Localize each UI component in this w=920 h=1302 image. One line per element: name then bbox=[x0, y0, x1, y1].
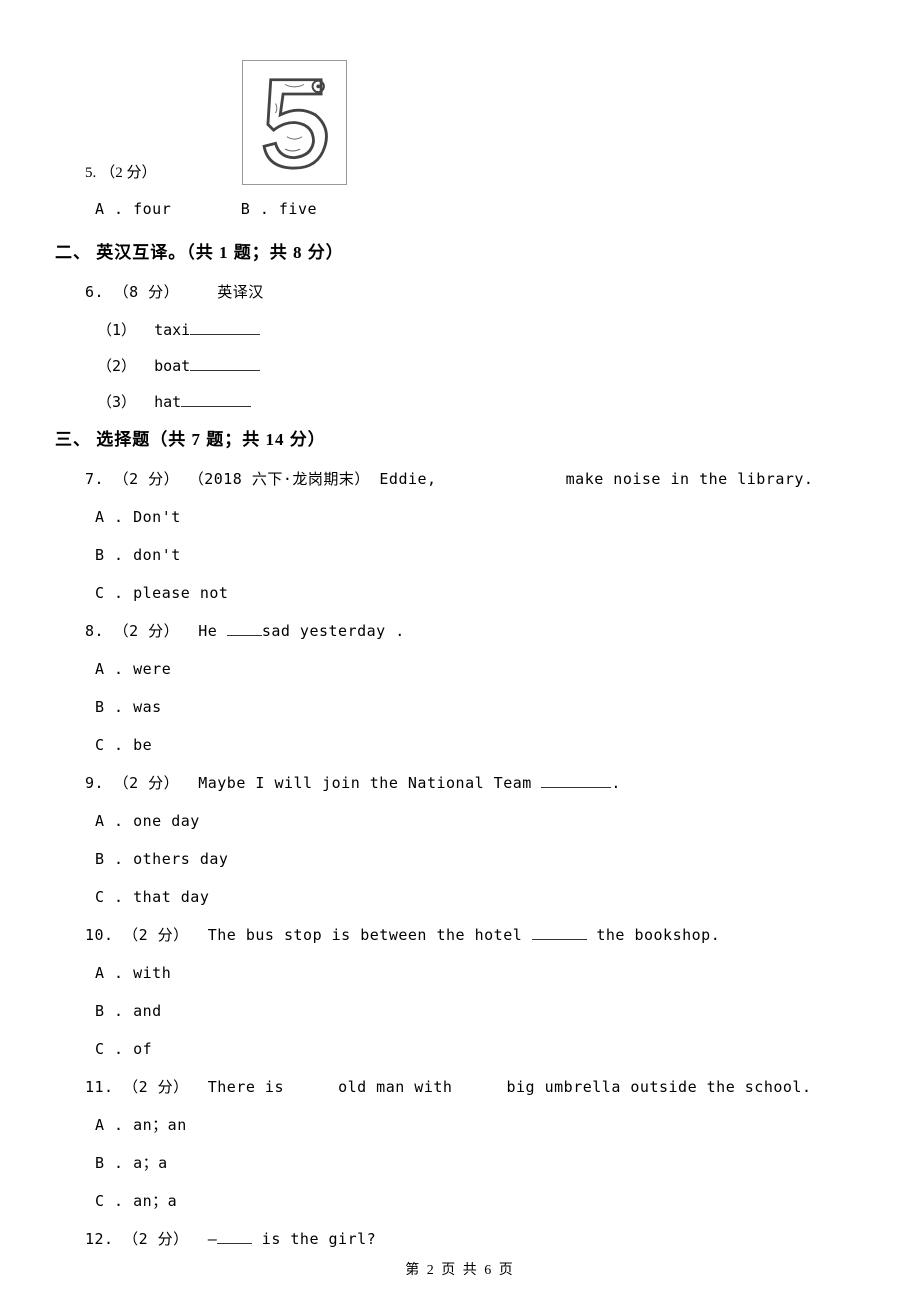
question-12-after: is the girl? bbox=[252, 1230, 376, 1248]
question-7-line: 7. （2 分） （2018 六下·龙岗期末） Eddie, make nois… bbox=[85, 467, 865, 491]
blank-input[interactable] bbox=[190, 322, 260, 336]
question-12-points: （2 分） bbox=[123, 1230, 189, 1248]
question-7-points: （2 分） bbox=[114, 470, 180, 488]
question-12-number: 12. bbox=[85, 1230, 114, 1248]
blank-input[interactable] bbox=[532, 927, 587, 941]
question-6-number: 6. bbox=[85, 283, 104, 301]
blank-input[interactable] bbox=[181, 394, 251, 408]
option-8a: A . were bbox=[95, 657, 865, 681]
q6-item-1: （1） taxi bbox=[97, 318, 865, 342]
option-7c: C . please not bbox=[95, 581, 865, 605]
question-9-after: . bbox=[611, 774, 621, 792]
question-10-points: （2 分） bbox=[123, 926, 189, 944]
q6-item-3-word: hat bbox=[154, 393, 181, 411]
question-9-points: （2 分） bbox=[114, 774, 180, 792]
section-3-heading: 三、 选择题（共 7 题；共 14 分） bbox=[55, 426, 865, 453]
q6-item-3-label: （3） bbox=[97, 393, 136, 411]
question-12-line: 12. （2 分） — is the girl? bbox=[85, 1227, 865, 1251]
question-8-before: He bbox=[198, 622, 227, 640]
option-8b: B . was bbox=[95, 695, 865, 719]
question-8-points: （2 分） bbox=[114, 622, 180, 640]
question-7-before: Eddie, bbox=[379, 470, 436, 488]
question-5-points: （2 分） bbox=[100, 161, 156, 185]
question-11-number: 11. bbox=[85, 1078, 114, 1096]
q6-item-2-label: （2） bbox=[97, 357, 136, 375]
option-11a: A . an；an bbox=[95, 1113, 865, 1137]
question-10-number: 10. bbox=[85, 926, 114, 944]
question-8-line: 8. （2 分） He sad yesterday . bbox=[85, 619, 865, 643]
option-10a: A . with bbox=[95, 961, 865, 985]
q6-item-2: （2） boat bbox=[97, 354, 865, 378]
question-12-before: — bbox=[208, 1230, 218, 1248]
q6-item-1-label: （1） bbox=[97, 321, 136, 339]
q6-item-1-word: taxi bbox=[154, 321, 190, 339]
option-11c: C . an；a bbox=[95, 1189, 865, 1213]
option-10b: B . and bbox=[95, 999, 865, 1023]
number-five-drawing bbox=[247, 65, 342, 180]
question-10-line: 10. （2 分） The bus stop is between the ho… bbox=[85, 923, 865, 947]
question-11-line: 11. （2 分） There is old man with big umbr… bbox=[85, 1075, 865, 1099]
question-5-image-box bbox=[242, 60, 347, 185]
option-8c: C . be bbox=[95, 733, 865, 757]
question-7-number: 7. bbox=[85, 470, 104, 488]
question-5-options: A . four B . five bbox=[95, 197, 865, 221]
question-9-number: 9. bbox=[85, 774, 104, 792]
option-5b: B . five bbox=[241, 200, 317, 218]
option-11b: B . a；a bbox=[95, 1151, 865, 1175]
option-10c: C . of bbox=[95, 1037, 865, 1061]
option-7a: A . Don't bbox=[95, 505, 865, 529]
question-8-number: 8. bbox=[85, 622, 104, 640]
question-9-before: Maybe I will join the National Team bbox=[198, 774, 541, 792]
question-11-part3: big umbrella outside the school. bbox=[507, 1078, 812, 1096]
blank-input[interactable] bbox=[227, 623, 262, 637]
option-9b: B . others day bbox=[95, 847, 865, 871]
question-9-line: 9. （2 分） Maybe I will join the National … bbox=[85, 771, 865, 795]
blank-input[interactable] bbox=[190, 358, 260, 372]
question-5-number: 5. bbox=[85, 161, 96, 185]
question-11-part1: There is bbox=[208, 1078, 284, 1096]
question-5-image-row: 5. （2 分） bbox=[85, 60, 865, 185]
question-10-before: The bus stop is between the hotel bbox=[208, 926, 532, 944]
question-10-after: the bookshop. bbox=[587, 926, 720, 944]
page-footer: 第 2 页 共 6 页 bbox=[0, 1260, 920, 1282]
question-6-instruction: 英译汉 bbox=[217, 283, 264, 301]
question-6-points: （8 分） bbox=[114, 283, 180, 301]
option-9c: C . that day bbox=[95, 885, 865, 909]
question-11-part2: old man with bbox=[338, 1078, 452, 1096]
question-6-line: 6. （8 分） 英译汉 bbox=[85, 280, 865, 304]
question-7-source: （2018 六下·龙岗期末） bbox=[189, 470, 370, 488]
q6-item-3: （3） hat bbox=[97, 390, 865, 414]
question-11-points: （2 分） bbox=[123, 1078, 189, 1096]
option-9a: A . one day bbox=[95, 809, 865, 833]
blank-input[interactable] bbox=[217, 1231, 252, 1245]
q6-item-2-word: boat bbox=[154, 357, 190, 375]
option-7b: B . don't bbox=[95, 543, 865, 567]
blank-input[interactable] bbox=[541, 775, 611, 789]
option-5a: A . four bbox=[95, 200, 171, 218]
section-2-heading: 二、 英汉互译。（共 1 题；共 8 分） bbox=[55, 239, 865, 266]
question-7-after: make noise in the library. bbox=[566, 470, 814, 488]
question-8-after: sad yesterday . bbox=[262, 622, 405, 640]
